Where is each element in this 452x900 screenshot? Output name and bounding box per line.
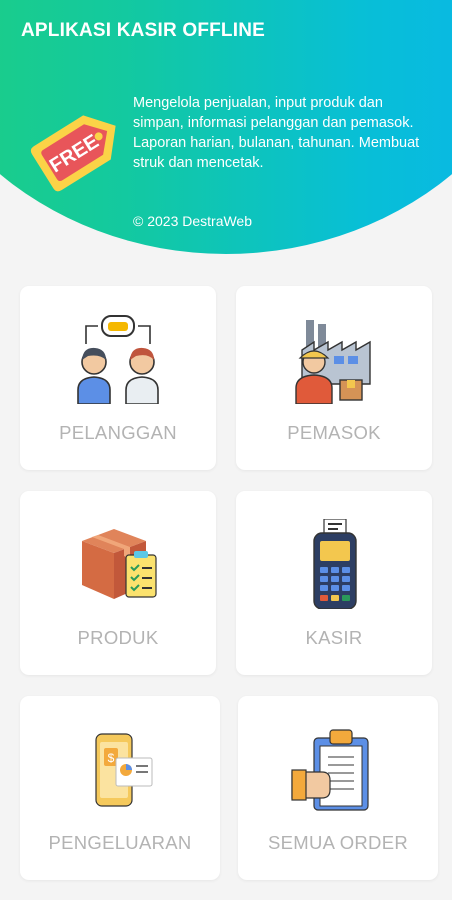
menu-card-produk[interactable]: PRODUK — [20, 491, 216, 675]
product-box-icon — [82, 529, 157, 599]
expense-phone-icon: $ — [95, 733, 153, 807]
payment-terminal-icon — [313, 519, 357, 609]
menu-label-pengeluaran: PENGELUARAN — [48, 832, 192, 853]
menu-label-semua-order: SEMUA ORDER — [267, 832, 409, 853]
free-tag-icon: FREE — [30, 115, 116, 192]
order-clipboard-icon — [291, 729, 369, 811]
menu-card-kasir[interactable]: KASIR — [236, 491, 432, 675]
menu-label-kasir: KASIR — [305, 627, 363, 648]
menu-card-pelanggan[interactable]: PELANGGAN — [20, 286, 216, 470]
menu-label-pelanggan: PELANGGAN — [59, 422, 177, 443]
menu-label-pemasok: PEMASOK — [287, 422, 381, 443]
customers-icon — [77, 315, 159, 404]
menu-card-semua-order[interactable]: SEMUA ORDER — [238, 696, 438, 880]
app-description: Mengelola penjualan, input produk dan si… — [133, 95, 420, 171]
menu-card-pengeluaran[interactable]: $ PENGELUARAN — [20, 696, 220, 880]
menu-label-produk: PRODUK — [77, 627, 159, 648]
svg-text:$: $ — [108, 751, 115, 765]
copyright-text: © 2023 DestraWeb — [133, 213, 253, 229]
header-banner: APLIKASI KASIR OFFLINE FREE Mengelola pe… — [0, 0, 452, 256]
app-title: APLIKASI KASIR OFFLINE — [21, 20, 266, 41]
supplier-icon — [295, 320, 371, 404]
menu-card-pemasok[interactable]: PEMASOK — [236, 286, 432, 470]
